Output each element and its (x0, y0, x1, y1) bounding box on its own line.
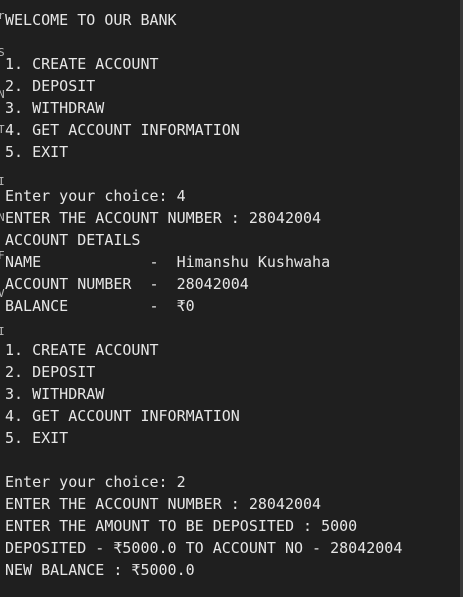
menu-option-withdraw: 3. WITHDRAW (5, 385, 105, 403)
account-balance-row: BALANCE - ₹0 (5, 297, 195, 315)
gutter-mark: N (0, 88, 5, 101)
account-name-row: NAME - Himanshu Kushwaha (5, 253, 331, 271)
welcome-banner: WELCOME TO OUR BANK (5, 11, 177, 29)
choice-prompt: Enter your choice: 4 (5, 187, 186, 205)
terminal-output-area[interactable]: r S N T I N F V I WELCOME TO OUR BANK 1.… (0, 0, 460, 597)
account-number-row: ACCOUNT NUMBER - 28042004 (5, 275, 249, 293)
menu-option-deposit: 2. DEPOSIT (5, 363, 96, 381)
menu-option-deposit: 2. DEPOSIT (5, 77, 96, 95)
menu-option-create-account: 1. CREATE ACCOUNT (5, 55, 159, 73)
menu-option-get-account-info: 4. GET ACCOUNT INFORMATION (5, 121, 240, 139)
menu-option-withdraw: 3. WITHDRAW (5, 99, 105, 117)
menu-option-create-account: 1. CREATE ACCOUNT (5, 341, 159, 359)
gutter-mark: V (0, 287, 5, 300)
gutter-mark: N (0, 211, 5, 224)
gutter-mark: I (0, 325, 5, 338)
account-number-prompt: ENTER THE ACCOUNT NUMBER : 28042004 (5, 209, 322, 227)
console-output: WELCOME TO OUR BANK 1. CREATE ACCOUNT 2.… (5, 9, 402, 581)
gutter-mark: I (0, 175, 5, 188)
deposit-confirmation: DEPOSITED - ₹5000.0 TO ACCOUNT NO - 2804… (5, 539, 403, 557)
gutter-mark: F (0, 249, 5, 262)
gutter-mark: r (0, 9, 5, 22)
menu-option-exit: 5. EXIT (5, 143, 69, 161)
new-balance-line: NEW BALANCE : ₹5000.0 (5, 561, 195, 579)
gutter-mark: T (0, 123, 5, 136)
menu-option-exit: 5. EXIT (5, 429, 69, 447)
account-details-heading: ACCOUNT DETAILS (5, 231, 141, 249)
deposit-amount-prompt: ENTER THE AMOUNT TO BE DEPOSITED : 5000 (5, 517, 358, 535)
choice-prompt: Enter your choice: 2 (5, 473, 186, 491)
terminal-window[interactable]: r S N T I N F V I WELCOME TO OUR BANK 1.… (0, 0, 463, 597)
menu-option-get-account-info: 4. GET ACCOUNT INFORMATION (5, 407, 240, 425)
account-number-prompt: ENTER THE ACCOUNT NUMBER : 28042004 (5, 495, 322, 513)
gutter-mark: S (0, 46, 5, 59)
